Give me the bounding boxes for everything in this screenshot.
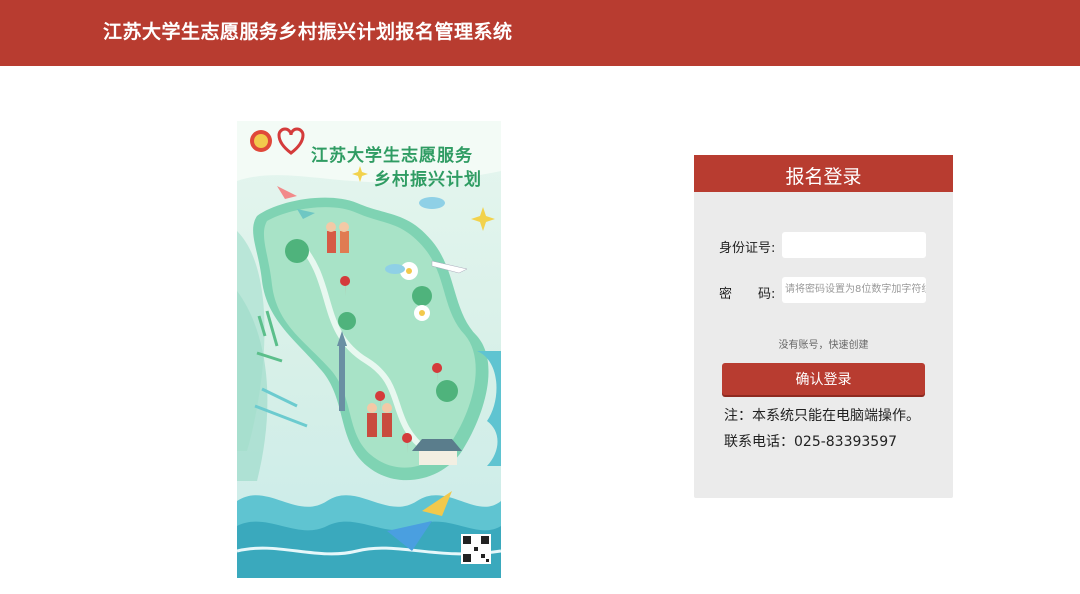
top-header-bar: 江苏大学生志愿服务乡村振兴计划报名管理系统 bbox=[0, 0, 1080, 66]
id-number-label: 身份证号: bbox=[719, 241, 776, 256]
device-note: 注：本系统只能在电脑端操作。 bbox=[724, 408, 920, 424]
login-header: 报名登录 bbox=[694, 155, 953, 192]
poster-title-line2: 乡村振兴计划 bbox=[374, 170, 482, 190]
promo-poster: 江苏大学生志愿服务 乡村振兴计划 bbox=[237, 121, 501, 578]
id-number-input[interactable] bbox=[782, 232, 926, 258]
page-title: 江苏大学生志愿服务乡村振兴计划报名管理系统 bbox=[103, 21, 513, 43]
password-input[interactable]: 请将密码设置为8位数字加字符组合 bbox=[782, 277, 926, 303]
contact-phone: 联系电话：025-83393597 bbox=[724, 434, 898, 450]
login-title: 报名登录 bbox=[785, 166, 862, 188]
create-account-link[interactable]: 没有账号，快速创建 bbox=[694, 336, 953, 351]
login-panel: 报名登录 身份证号: 密 码: 请将密码设置为8位数字加字符组合 没有账号，快速… bbox=[694, 155, 953, 498]
password-label: 密 码: bbox=[719, 287, 776, 302]
poster-title-line1: 江苏大学生志愿服务 bbox=[311, 146, 473, 166]
confirm-login-button[interactable]: 确认登录 bbox=[722, 363, 925, 395]
